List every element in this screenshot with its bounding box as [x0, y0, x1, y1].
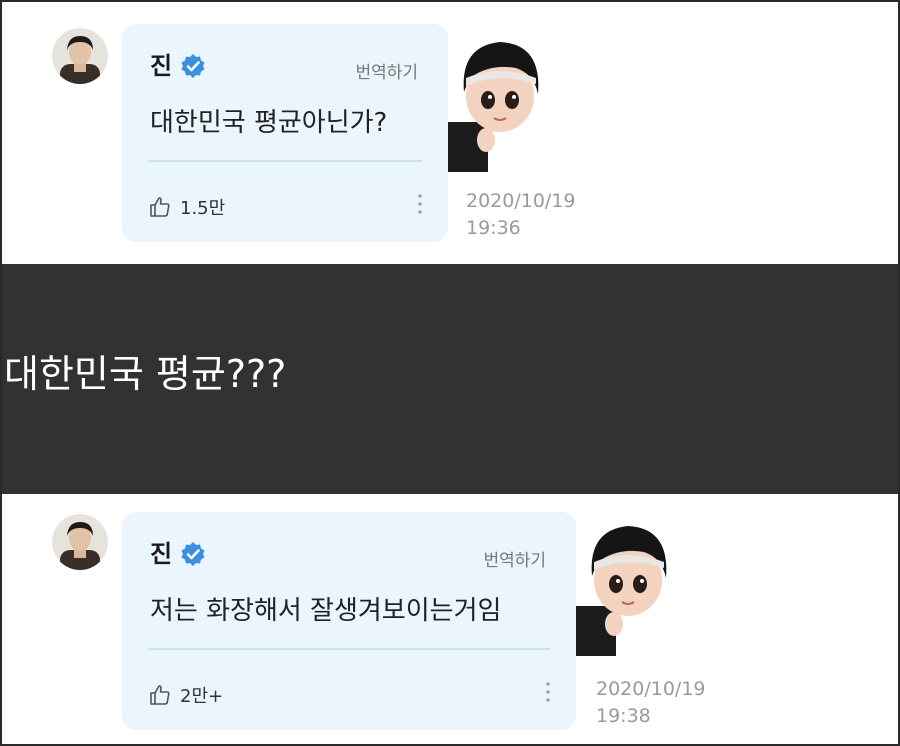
image-border	[0, 0, 900, 746]
